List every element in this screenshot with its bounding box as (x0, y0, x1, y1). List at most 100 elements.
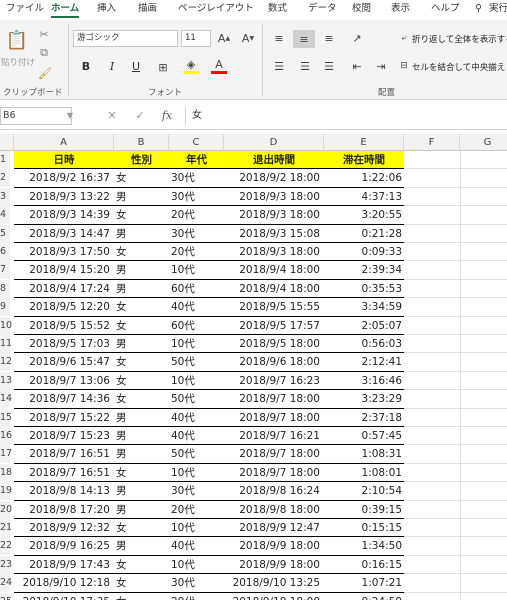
table-cell[interactable]: 2018/9/4 18:00 (224, 261, 324, 279)
table-cell[interactable]: 10代 (169, 464, 224, 482)
paste-icon[interactable]: 📋 (4, 26, 30, 54)
format-painter-icon[interactable]: 🖌 (37, 65, 53, 81)
table-cell[interactable]: 2018/9/5 17:57 (224, 317, 324, 335)
table-cell[interactable]: 30代 (169, 482, 224, 500)
table-cell[interactable]: 2:05:07 (324, 317, 404, 335)
table-cell[interactable]: 30代 (169, 188, 224, 206)
table-cell[interactable]: 2018/9/9 12:47 (224, 519, 324, 537)
row-header[interactable]: 3 (0, 187, 10, 206)
table-cell[interactable]: 40代 (169, 427, 224, 445)
table-cell[interactable]: 2018/9/2 18:00 (224, 169, 324, 187)
row-header[interactable]: 25 (0, 592, 12, 600)
table-cell[interactable]: 男 (114, 501, 169, 519)
orientation-icon[interactable]: ↗ (348, 30, 366, 46)
table-cell[interactable]: 1:07:21 (324, 574, 404, 592)
table-cell[interactable]: 2018/9/3 18:00 (224, 188, 324, 206)
table-cell[interactable]: 女 (114, 353, 169, 371)
table-cell[interactable]: 女 (114, 298, 169, 316)
table-header-cell[interactable]: 年代 (169, 151, 224, 169)
table-cell[interactable]: 50代 (169, 353, 224, 371)
table-cell[interactable]: 3:23:29 (324, 390, 404, 408)
table-cell[interactable]: 女 (114, 464, 169, 482)
name-box-dropdown-icon[interactable]: ▼ (61, 107, 79, 125)
row-header[interactable]: 12 (0, 353, 12, 372)
table-cell[interactable]: 2:10:54 (324, 482, 404, 500)
table-cell[interactable]: 2018/9/7 15:23 (14, 427, 114, 445)
table-cell[interactable]: 10代 (169, 519, 224, 537)
row-header[interactable]: 9 (0, 298, 10, 317)
row-header[interactable]: 10 (0, 316, 12, 335)
table-cell[interactable]: 女 (114, 556, 169, 574)
table-cell[interactable]: 10代 (169, 261, 224, 279)
table-cell[interactable]: 2018/9/4 17:24 (14, 280, 114, 298)
table-cell[interactable]: 2018/9/9 17:43 (14, 556, 114, 574)
borders-icon[interactable]: ⊞ (155, 59, 171, 75)
table-cell[interactable]: 2018/9/3 15:08 (224, 225, 324, 243)
table-cell[interactable]: 2:39:34 (324, 261, 404, 279)
row-header[interactable]: 13 (0, 371, 12, 390)
fill-color-icon[interactable]: ◈ (183, 58, 199, 74)
table-cell[interactable]: 0:09:33 (324, 243, 404, 261)
table-cell[interactable]: 2018/9/3 18:00 (224, 243, 324, 261)
table-cell[interactable]: 男 (114, 335, 169, 353)
table-cell[interactable]: 2018/9/2 16:37 (14, 169, 114, 187)
column-header-a[interactable]: A (14, 134, 114, 151)
row-header[interactable]: 18 (0, 463, 12, 482)
table-cell[interactable]: 2018/9/7 14:36 (14, 390, 114, 408)
table-cell[interactable]: 10代 (169, 556, 224, 574)
align-right-icon[interactable]: ☰ (320, 58, 338, 74)
row-header[interactable]: 24 (0, 574, 12, 593)
table-header-cell[interactable]: 退出時間 (224, 151, 324, 169)
cut-icon[interactable]: ✂ (36, 26, 52, 42)
table-cell[interactable]: 女 (114, 206, 169, 224)
table-cell[interactable]: 2018/9/10 12:18 (14, 574, 114, 592)
table-cell[interactable]: 2018/9/10 13:25 (224, 574, 324, 592)
table-cell[interactable]: 男 (114, 261, 169, 279)
table-cell[interactable]: 20代 (169, 243, 224, 261)
table-cell[interactable]: 3:34:59 (324, 298, 404, 316)
table-cell[interactable]: 2018/9/5 12:20 (14, 298, 114, 316)
table-cell[interactable]: 20代 (169, 501, 224, 519)
table-cell[interactable]: 30代 (169, 574, 224, 592)
table-cell[interactable]: 0:24:59 (324, 593, 404, 600)
column-header-f[interactable]: F (404, 134, 460, 151)
worksheet-grid[interactable]: A B C D E F G 1 日時 性別 年代 退出時間 滞在時間 2 2018/9/2 1… (0, 134, 507, 600)
wrap-text-icon[interactable]: ⤶ (398, 31, 410, 45)
row-header[interactable]: 11 (0, 335, 12, 353)
table-cell[interactable]: 2018/9/7 18:00 (224, 445, 324, 463)
table-cell[interactable]: 2018/9/5 15:52 (14, 317, 114, 335)
table-cell[interactable]: 1:08:31 (324, 445, 404, 463)
table-cell[interactable]: 0:16:15 (324, 556, 404, 574)
row-header[interactable]: 20 (0, 500, 12, 519)
paste-button-label[interactable]: 貼り付け (1, 56, 35, 68)
table-cell[interactable]: 2018/9/8 18:00 (224, 501, 324, 519)
table-cell[interactable]: 2018/9/5 17:03 (14, 335, 114, 353)
table-cell[interactable]: 2018/9/8 17:20 (14, 501, 114, 519)
row-header[interactable]: 19 (0, 482, 12, 501)
row-header[interactable]: 2 (0, 169, 10, 188)
tab-view[interactable]: 表示 (391, 2, 410, 18)
table-cell[interactable]: 4:37:13 (324, 188, 404, 206)
font-color-icon[interactable]: A (211, 58, 227, 74)
table-cell[interactable]: 0:56:03 (324, 335, 404, 353)
table-cell[interactable]: 女 (114, 519, 169, 537)
table-cell[interactable]: 2018/9/3 17:50 (14, 243, 114, 261)
table-cell[interactable]: 30代 (169, 169, 224, 187)
row-header[interactable]: 14 (0, 390, 12, 409)
table-cell[interactable]: 2018/9/7 15:22 (14, 409, 114, 427)
underline-button[interactable]: U (129, 58, 143, 76)
tab-help[interactable]: ヘルプ (431, 2, 460, 18)
table-cell[interactable]: 0:35:53 (324, 280, 404, 298)
table-cell[interactable]: 2018/9/9 18:00 (224, 556, 324, 574)
italic-button[interactable]: I (105, 58, 119, 76)
align-middle-icon[interactable]: ≡ (293, 30, 315, 48)
row-header[interactable]: 8 (0, 279, 10, 298)
increase-indent-icon[interactable]: ⇥ (372, 58, 390, 74)
table-cell[interactable]: 男 (114, 280, 169, 298)
column-header-e[interactable]: E (324, 134, 404, 151)
cancel-icon[interactable]: ✕ (103, 107, 121, 125)
increase-font-icon[interactable]: A ▲ (216, 30, 232, 47)
column-header-c[interactable]: C (169, 134, 224, 151)
table-cell[interactable]: 20代 (169, 206, 224, 224)
tab-page-layout[interactable]: ページレイアウト (178, 2, 254, 18)
